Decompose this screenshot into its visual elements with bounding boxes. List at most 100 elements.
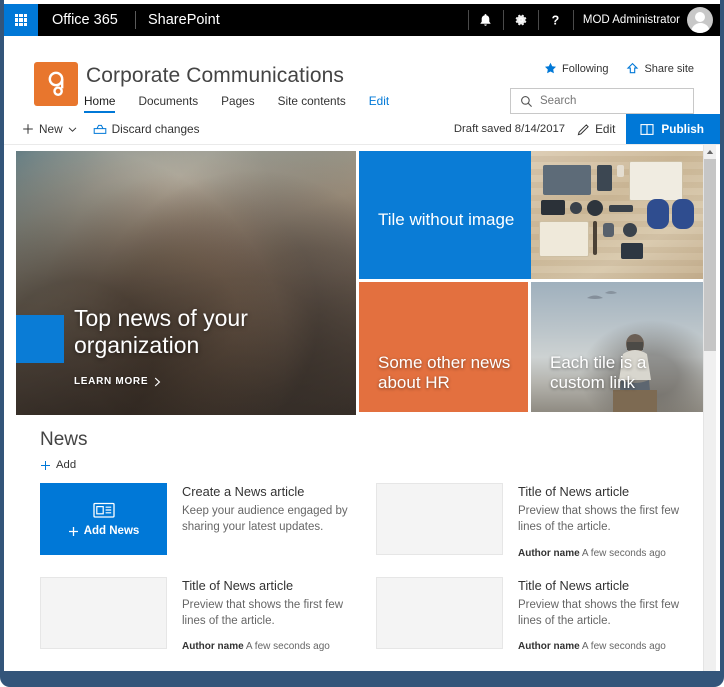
app-launcher-icon[interactable] — [4, 4, 38, 36]
scrollbar-thumb[interactable] — [704, 159, 716, 351]
discard-changes-button[interactable]: Discard changes — [93, 122, 199, 136]
divider — [537, 10, 539, 30]
command-bar-right: Draft saved 8/14/2017 Edit Publish — [454, 114, 720, 144]
pencil-icon — [577, 123, 589, 135]
hero-tile-no-image-title: Tile without image — [378, 210, 515, 229]
divider — [502, 10, 504, 30]
search-input[interactable] — [540, 95, 680, 107]
draft-status: Draft saved 8/14/2017 — [453, 123, 566, 135]
news-card-title: Title of News article — [518, 484, 630, 499]
divider — [467, 10, 469, 30]
news-card[interactable]: Title of News article Preview that shows… — [40, 576, 354, 653]
news-card-body: Title of News article Preview that shows… — [518, 483, 690, 559]
news-thumbnail — [40, 576, 167, 649]
waffle-grid — [14, 13, 28, 27]
add-news-title: Create a News article — [182, 484, 305, 499]
share-icon — [627, 62, 639, 74]
divider — [572, 10, 574, 30]
undo-icon — [93, 124, 106, 134]
help-icon[interactable]: ? — [540, 4, 572, 36]
site-logo-glyph — [48, 71, 64, 97]
news-card-meta: Author name A few seconds ago — [518, 641, 690, 652]
hero-tile-primary-title: Top news of your organization — [74, 304, 248, 358]
avatar[interactable] — [687, 7, 713, 33]
hero-tile-hr-news[interactable]: Some other news about HR — [359, 282, 531, 415]
search-icon — [521, 95, 532, 107]
hero-image-crowd — [16, 151, 356, 415]
hero-tile-custom-link[interactable]: Each tile is a custom link — [531, 282, 703, 415]
share-site-button[interactable]: Share site — [626, 62, 694, 75]
plus-icon — [41, 460, 50, 470]
plus-icon — [23, 124, 33, 134]
news-card-title: Title of News article — [518, 577, 630, 593]
news-card-time: A few seconds ago — [581, 547, 666, 559]
news-card-author: Author name — [518, 641, 580, 653]
add-news-body: Create a News article Keep your audience… — [182, 483, 354, 559]
add-news-button[interactable]: Add News — [40, 483, 167, 555]
news-thumbnail — [376, 483, 503, 555]
office365-link[interactable]: Office 365 — [52, 4, 118, 36]
news-card-meta: Author name A few seconds ago — [518, 548, 690, 559]
add-news-label: Add News — [68, 525, 140, 537]
news-card-author: Author name — [518, 547, 580, 559]
hero-accent-block — [16, 315, 64, 363]
news-grid: Add News Create a News article Keep your… — [40, 483, 690, 652]
svg-text:?: ? — [552, 14, 560, 28]
following-label: Following — [562, 62, 609, 75]
scroll-up-button[interactable] — [704, 145, 716, 159]
following-button[interactable]: Following — [544, 62, 608, 75]
hero-tile-custom-link-title: Each tile is a custom link — [550, 352, 647, 393]
edit-button[interactable]: Edit — [577, 122, 615, 136]
nav-item-site-contents[interactable]: Site contents — [278, 94, 346, 113]
add-news-text: Add News — [83, 525, 140, 537]
learn-more-link[interactable]: LEARN MORE — [74, 376, 162, 387]
site-navigation: Home Documents Pages Site contents Edit — [84, 94, 389, 113]
news-card-body: Title of News article Preview that shows… — [518, 577, 690, 653]
command-bar: New Discard changes Draft saved 8/14/201… — [4, 114, 720, 145]
news-card-body: Title of News article Preview that shows… — [182, 577, 354, 653]
news-heading: News — [40, 429, 88, 450]
gear-icon[interactable] — [505, 4, 537, 36]
edit-label: Edit — [595, 122, 616, 136]
news-card-preview: Preview that shows the first few lines o… — [518, 504, 680, 533]
page-title[interactable]: Corporate Communications — [86, 64, 344, 88]
add-news-card: Add News Create a News article Keep your… — [40, 483, 354, 559]
nav-item-home[interactable]: Home — [84, 94, 116, 113]
learn-more-label: LEARN MORE — [74, 376, 149, 387]
hero-tile-no-image[interactable]: Tile without image — [359, 151, 703, 282]
sharepoint-link[interactable]: SharePoint — [148, 4, 220, 36]
site-logo[interactable] — [34, 62, 78, 106]
hero-webpart: Top news of your organization LEARN MORE — [16, 151, 703, 415]
user-name-label[interactable]: MOD Administrator — [575, 4, 687, 36]
nav-item-documents[interactable]: Documents — [138, 94, 198, 113]
news-card-preview: Preview that shows the first few lines o… — [182, 598, 344, 627]
news-card[interactable]: Title of News article Preview that shows… — [376, 483, 690, 559]
news-add-button[interactable]: Add — [40, 459, 76, 471]
nav-item-edit[interactable]: Edit — [369, 94, 389, 113]
chevron-down-icon — [68, 126, 76, 132]
search-box[interactable] — [510, 88, 694, 114]
hero-tile-primary[interactable]: Top news of your organization LEARN MORE — [16, 151, 359, 415]
publish-icon — [640, 123, 654, 135]
news-add-label: Add — [56, 459, 77, 471]
news-card[interactable]: Title of News article Preview that shows… — [376, 576, 690, 653]
site-header-actions: Following Share site — [544, 62, 694, 75]
publish-button[interactable]: Publish — [626, 114, 720, 144]
hero-tile-no-image-inner: Tile without image — [359, 151, 703, 279]
caret-up-icon — [706, 150, 714, 154]
news-card-time: A few seconds ago — [245, 641, 330, 653]
news-icon — [92, 502, 115, 518]
news-card-preview: Preview that shows the first few lines o… — [518, 598, 680, 627]
nav-item-pages[interactable]: Pages — [221, 94, 254, 113]
vertical-scrollbar[interactable] — [703, 145, 716, 671]
news-card-time: A few seconds ago — [581, 641, 666, 653]
plus-icon — [68, 526, 78, 536]
office365-suite-bar: Office 365 SharePoint ? MOD Administrato… — [4, 4, 720, 36]
share-site-label: Share site — [644, 62, 694, 75]
suite-separator — [135, 11, 136, 29]
hero-tile-hr-news-inner: Some other news about HR — [359, 282, 528, 412]
bell-icon[interactable] — [470, 4, 502, 36]
news-card-author: Author name — [182, 641, 244, 653]
hero-tile-primary-inner: Top news of your organization LEARN MORE — [16, 151, 356, 415]
new-button[interactable]: New — [22, 122, 77, 136]
